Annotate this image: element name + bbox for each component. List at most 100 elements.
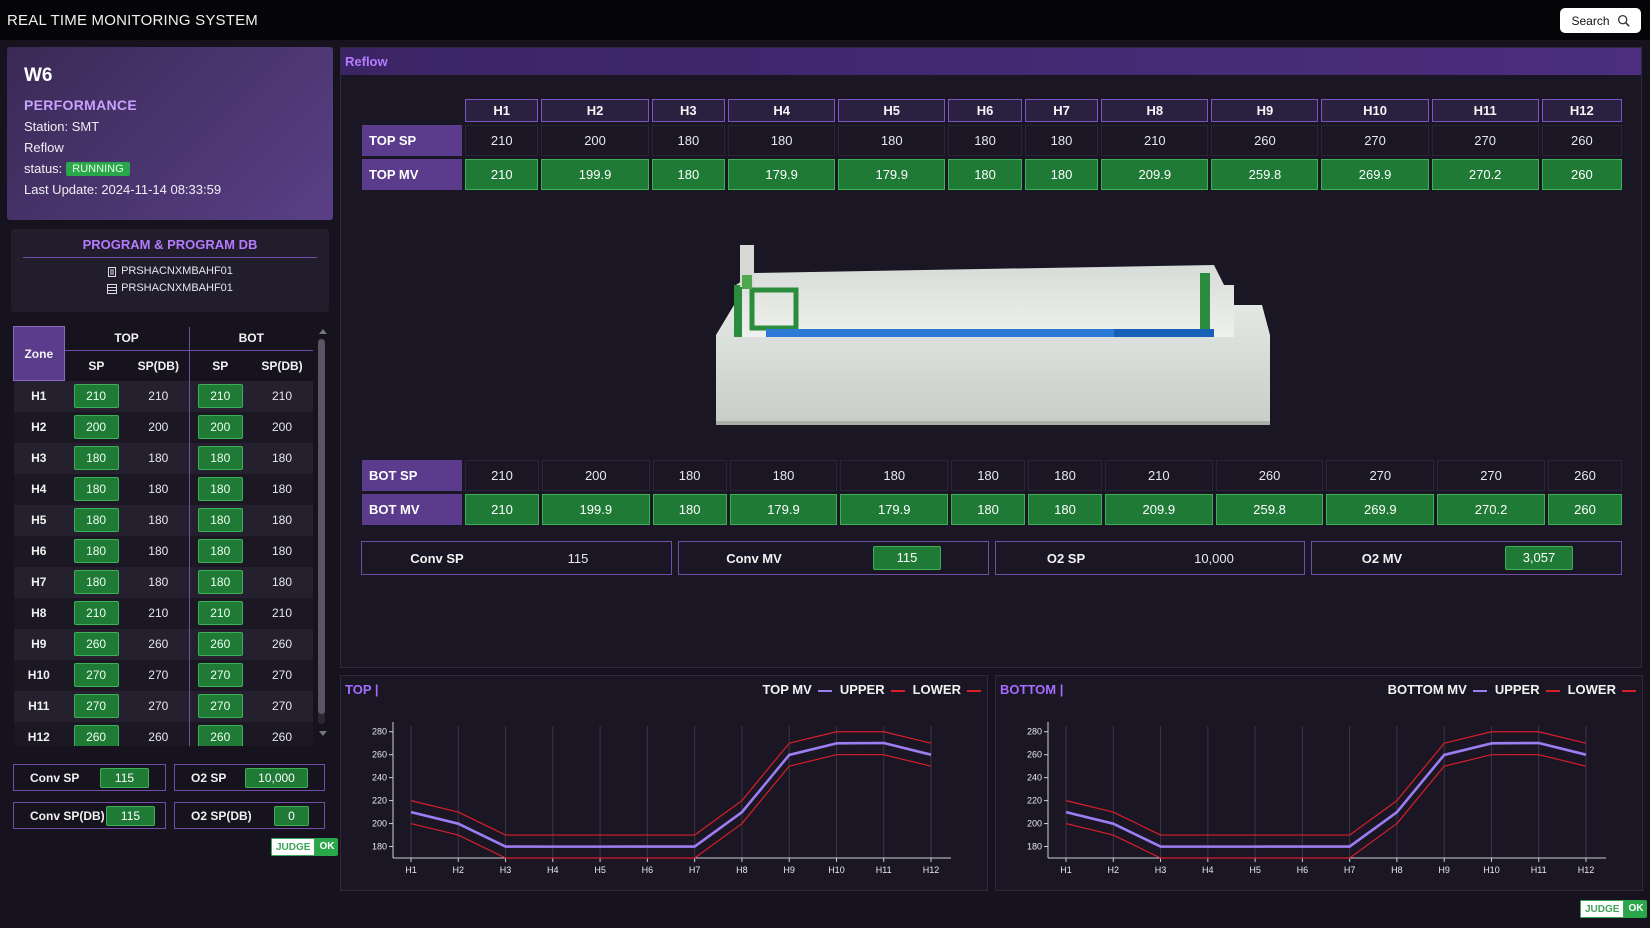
bot-sp-value: 180 bbox=[197, 570, 243, 594]
y-tick-label: 180 bbox=[1027, 842, 1042, 852]
top-mv-cell: 180 bbox=[651, 159, 726, 190]
series-line-lower bbox=[1065, 754, 1587, 859]
bot-sp-cell: 180 bbox=[188, 473, 251, 505]
bottom-trend-chart: BOTTOM | BOTTOM MV UPPER LOWER 180 200 220… bbox=[995, 675, 1643, 891]
series-line-bottom-mv bbox=[1065, 741, 1587, 848]
top-mv-cell: 179.9 bbox=[728, 159, 836, 190]
bot-spdb-cell: 260 bbox=[250, 628, 313, 660]
bot-sp-value: 180 bbox=[197, 446, 243, 470]
top-mv-cell: 259.8 bbox=[1211, 159, 1319, 190]
zone-table-scrollbar[interactable] bbox=[318, 339, 325, 724]
bot-mv-cell: 179.9 bbox=[840, 494, 949, 525]
bot-sp-cell: 180 bbox=[188, 442, 251, 474]
bot-sp-cell: 180 bbox=[840, 460, 949, 491]
x-tick-label: H8 bbox=[1391, 865, 1403, 875]
scroll-up-arrow-icon[interactable] bbox=[319, 329, 327, 334]
x-tick-label: H4 bbox=[547, 865, 559, 875]
top_sp-label: TOP SP bbox=[362, 125, 462, 156]
o2-sp-info-label: O2 SP bbox=[1046, 550, 1086, 566]
x-tick-label: H7 bbox=[1344, 865, 1356, 875]
scrollbar-thumb[interactable] bbox=[318, 339, 325, 714]
zone-row-h3: H3 180 180 180 180 bbox=[13, 442, 313, 474]
x-tick-label: H9 bbox=[783, 865, 795, 875]
top-group-header: TOP bbox=[64, 326, 190, 351]
top-sp-cell: 180 bbox=[651, 125, 726, 156]
top-sp-cell: 270 bbox=[1321, 125, 1429, 156]
top-sp-cell: 180 bbox=[948, 125, 1022, 156]
bot-spdb-header: SP(DB) bbox=[261, 358, 303, 373]
x-tick-label: H5 bbox=[594, 865, 606, 875]
o2-mv-info: O2 MV 3,057 bbox=[1311, 541, 1622, 575]
o2-mv-info-label: O2 MV bbox=[1361, 550, 1403, 566]
top-mv-cell: 179.9 bbox=[838, 159, 946, 190]
x-tick-label: H10 bbox=[1483, 865, 1500, 875]
top-mv-cell: 270.2 bbox=[1431, 159, 1539, 190]
top-sp-value: 180 bbox=[73, 508, 119, 532]
bot-mv-cell: 180 bbox=[652, 494, 727, 525]
app-title: REAL TIME MONITORING SYSTEM bbox=[7, 11, 258, 29]
bot-sp-cell: 270 bbox=[1437, 460, 1545, 491]
conv-sp-box: Conv SP 115 bbox=[13, 764, 166, 791]
y-tick-label: 240 bbox=[1027, 773, 1042, 783]
judge-value: OK bbox=[1624, 900, 1648, 918]
top-mv-cell: 209.9 bbox=[1101, 159, 1209, 190]
y-tick-label: 220 bbox=[1027, 796, 1042, 806]
x-tick-label: H4 bbox=[1202, 865, 1214, 875]
zone-row-h11: H11 270 270 270 270 bbox=[13, 690, 313, 722]
bot-mv-cell: 270.2 bbox=[1437, 494, 1545, 525]
top-spdb-cell: 270 bbox=[128, 690, 190, 722]
bot-sp-cell: 270 bbox=[1326, 460, 1435, 491]
top-sp-cell: 180 bbox=[728, 125, 836, 156]
program-db-name: PRSHACNXMBAHF01 bbox=[121, 282, 233, 294]
status-label: status: bbox=[24, 161, 63, 176]
conv-sp-info-label: Conv SP bbox=[410, 550, 464, 566]
x-tick-label: H2 bbox=[453, 865, 465, 875]
top-mv-cell: 180 bbox=[948, 159, 1022, 190]
top-spdb-header: SP(DB) bbox=[137, 358, 179, 373]
top-spdb-cell: 270 bbox=[128, 659, 190, 691]
x-tick-label: H12 bbox=[923, 865, 940, 875]
o2-spdb-value: 0 bbox=[274, 805, 309, 826]
x-tick-label: H5 bbox=[1249, 865, 1261, 875]
performance-card: W6 PERFORMANCE Station: SMT Reflow statu… bbox=[7, 47, 333, 220]
bot-mv-cell: 259.8 bbox=[1215, 494, 1324, 525]
bot-sp-value: 210 bbox=[197, 601, 243, 625]
top-spdb-cell: 260 bbox=[128, 628, 190, 660]
bot-spdb-cell: 180 bbox=[250, 504, 313, 536]
top-sp-cell: 210 bbox=[465, 125, 539, 156]
bot-sp-header: SP bbox=[188, 350, 251, 381]
conv-mv-info-label: Conv MV bbox=[726, 550, 782, 566]
top-sp-cell: 260 bbox=[1211, 125, 1319, 156]
bot-sp-cell: 210 bbox=[465, 460, 539, 491]
zone-row-h4: H4 180 180 180 180 bbox=[13, 473, 313, 505]
y-tick-label: 280 bbox=[1027, 727, 1042, 737]
top-spdb-cell: 260 bbox=[128, 721, 190, 746]
top-chart-plot: 180 200 220 240 260 280 H1 H2 H3 H4 H5 H6 H7 H8 H9 H10 H… bbox=[372, 722, 951, 875]
y-tick-label: 200 bbox=[372, 819, 387, 829]
bot-sp-cell: 180 bbox=[1028, 460, 1102, 491]
o2-spdb-box: O2 SP(DB) 0 bbox=[174, 802, 325, 829]
top-sp-cell: 210 bbox=[64, 597, 129, 629]
series-line-lower bbox=[410, 754, 932, 859]
zone-row-h1: H1 210 210 210 210 bbox=[13, 380, 313, 412]
scroll-down-arrow-icon[interactable] bbox=[319, 731, 327, 736]
zone-name: H11 bbox=[13, 690, 65, 722]
zone-column-header: H6 bbox=[948, 99, 1022, 122]
bot-mv-cell: 180 bbox=[951, 494, 1026, 525]
top-sp-value: 180 bbox=[73, 570, 119, 594]
bot-sp-cell: 180 bbox=[188, 504, 251, 536]
top_mv-label: TOP MV bbox=[362, 159, 462, 190]
top-sp-value: 200 bbox=[73, 415, 119, 439]
search-button[interactable]: Search bbox=[1560, 8, 1641, 33]
top-sp-header: SP bbox=[88, 358, 105, 373]
zone-name: H3 bbox=[13, 442, 65, 474]
conv-spdb-box: Conv SP(DB) 115 bbox=[13, 802, 166, 829]
o2-sp-value: 10,000 bbox=[245, 767, 308, 788]
program-item[interactable]: PRSHACNXMBAHF01 bbox=[17, 263, 323, 280]
program-db-item[interactable]: PRSHACNXMBAHF01 bbox=[17, 280, 323, 297]
bot-sp-value: 260 bbox=[197, 632, 243, 656]
top-spdb-cell: 180 bbox=[128, 504, 190, 536]
judge-label: JUDGE bbox=[1580, 900, 1625, 918]
bot-sp-cell: 180 bbox=[652, 460, 727, 491]
bot-sp-cell: 270 bbox=[188, 690, 251, 722]
